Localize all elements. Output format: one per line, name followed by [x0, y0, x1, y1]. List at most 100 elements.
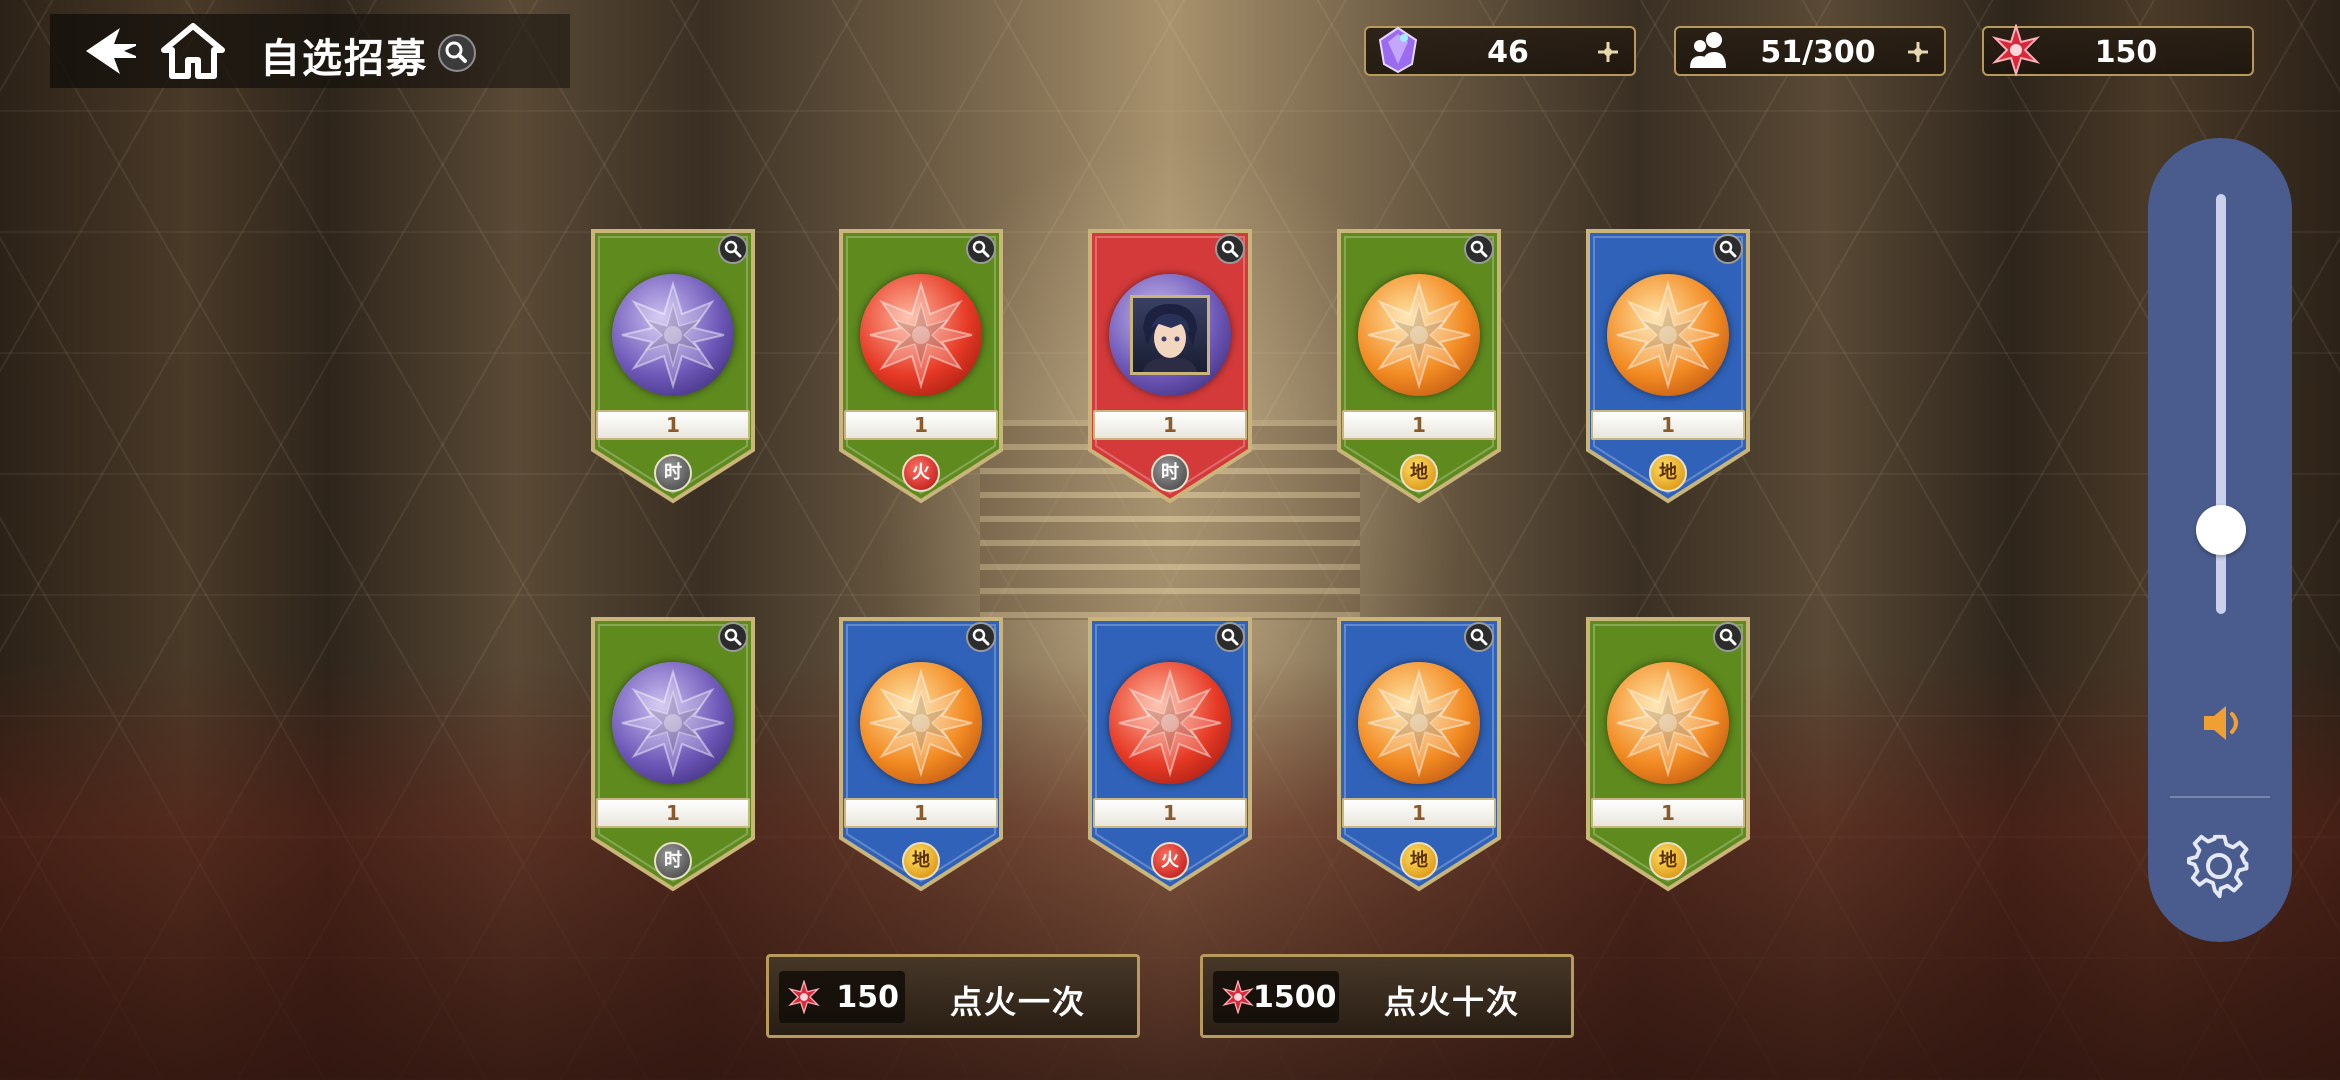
background-pattern	[0, 0, 2340, 1080]
magnifier-icon	[445, 41, 467, 63]
magnifier-icon	[724, 628, 742, 646]
card-zoom-button[interactable]	[1215, 234, 1245, 264]
star-crest-icon	[1367, 280, 1471, 390]
home-button[interactable]	[160, 22, 226, 80]
settings-gear-icon[interactable]	[2186, 832, 2254, 900]
star-crest-icon	[869, 280, 973, 390]
add-roster-icon[interactable]	[1906, 40, 1930, 64]
volume-slider-thumb[interactable]	[2196, 505, 2246, 555]
orange-sept-orb	[1607, 662, 1729, 784]
recruit-card[interactable]: 1火	[1087, 616, 1253, 892]
ignite-once-cost: 150	[836, 980, 899, 1015]
magnifier-icon	[972, 240, 990, 258]
recruit-card[interactable]: 1时	[590, 616, 756, 892]
cost-box: 1500	[1213, 971, 1339, 1023]
card-zoom-button[interactable]	[718, 234, 748, 264]
red-sept-orb	[1109, 662, 1231, 784]
count-bar: 1	[596, 798, 750, 828]
card-zoom-button[interactable]	[1464, 622, 1494, 652]
card-count: 1	[666, 413, 680, 437]
character-face-icon	[1143, 304, 1197, 372]
members-icon	[1690, 32, 1726, 68]
cost-box: 150	[779, 971, 905, 1023]
star-crest-icon	[1616, 668, 1720, 778]
card-zoom-button[interactable]	[966, 622, 996, 652]
purple-sept-orb	[612, 662, 734, 784]
top-bar: 自选招募	[50, 14, 570, 88]
card-count: 1	[1661, 801, 1675, 825]
ignite-once-button[interactable]: 150 点火一次	[766, 954, 1140, 1038]
element-badge: 地	[1400, 454, 1438, 492]
recruit-card[interactable]: 1地	[1336, 228, 1502, 504]
ignite-ten-cost: 1500	[1253, 980, 1337, 1015]
gem-count: 46	[1487, 35, 1529, 70]
page-title: 自选招募	[260, 36, 428, 82]
count-bar: 1	[1342, 798, 1496, 828]
orange-sept-orb	[1358, 274, 1480, 396]
star-crest-icon	[621, 280, 725, 390]
count-bar: 1	[596, 410, 750, 440]
count-bar: 1	[1342, 410, 1496, 440]
recruit-card[interactable]: 1地	[838, 616, 1004, 892]
magnifier-icon	[1719, 628, 1737, 646]
count-bar: 1	[844, 410, 998, 440]
element-badge: 地	[1400, 842, 1438, 880]
magnifier-icon	[1221, 628, 1239, 646]
character-portrait	[1130, 295, 1210, 375]
card-zoom-button[interactable]	[1464, 234, 1494, 264]
element-badge: 地	[1649, 842, 1687, 880]
back-button[interactable]	[80, 24, 140, 78]
gem-icon	[1378, 26, 1418, 74]
red-sept-orb	[860, 274, 982, 396]
purple-sept-orb	[612, 274, 734, 396]
orange-sept-orb	[1358, 662, 1480, 784]
roster-count: 51/300	[1760, 35, 1876, 70]
card-zoom-button[interactable]	[1215, 622, 1245, 652]
card-zoom-button[interactable]	[718, 622, 748, 652]
element-badge: 地	[1649, 454, 1687, 492]
card-count: 1	[1412, 801, 1426, 825]
card-count: 1	[1163, 801, 1177, 825]
recruit-card[interactable]: 1地	[1585, 228, 1751, 504]
element-badge: 地	[902, 842, 940, 880]
back-arrow-icon	[86, 28, 136, 74]
ignite-ten-label: 点火十次	[1383, 983, 1520, 1021]
ignite-once-label: 点火一次	[949, 983, 1086, 1021]
count-bar: 1	[1093, 410, 1247, 440]
magnifier-icon	[1719, 240, 1737, 258]
summon-crystal-icon	[788, 980, 820, 1014]
card-zoom-button[interactable]	[966, 234, 996, 264]
magnifier-icon	[1470, 628, 1488, 646]
resource-summon-crystal: 150	[1982, 24, 2254, 76]
recruit-card[interactable]: 1时	[590, 228, 756, 504]
count-bar: 1	[844, 798, 998, 828]
recruit-card[interactable]: 1地	[1336, 616, 1502, 892]
volume-icon[interactable]	[2198, 700, 2244, 746]
element-badge: 时	[1151, 454, 1189, 492]
star-crest-icon	[1367, 668, 1471, 778]
magnifier-icon	[724, 240, 742, 258]
recruit-card[interactable]: 1地	[1585, 616, 1751, 892]
card-zoom-button[interactable]	[1713, 234, 1743, 264]
element-badge: 时	[654, 454, 692, 492]
summon-crystal-icon	[1222, 980, 1254, 1014]
card-zoom-button[interactable]	[1713, 622, 1743, 652]
title-info-button[interactable]	[438, 34, 476, 72]
ignite-ten-button[interactable]: 1500 点火十次	[1200, 954, 1574, 1038]
element-badge: 火	[1151, 842, 1189, 880]
count-bar: 1	[1093, 798, 1247, 828]
recruit-card[interactable]: 1火	[838, 228, 1004, 504]
summon-crystal-icon	[1992, 24, 2040, 76]
element-badge: 时	[654, 842, 692, 880]
card-count: 1	[914, 801, 928, 825]
magnifier-icon	[1470, 240, 1488, 258]
count-bar: 1	[1591, 410, 1745, 440]
add-gem-icon[interactable]	[1596, 40, 1620, 64]
orange-sept-orb	[1607, 274, 1729, 396]
recruit-card[interactable]: 1时	[1087, 228, 1253, 504]
resource-gem: 46	[1364, 26, 1636, 76]
card-count: 1	[1163, 413, 1177, 437]
orange-sept-orb	[860, 662, 982, 784]
panel-divider	[2170, 796, 2270, 798]
magnifier-icon	[1221, 240, 1239, 258]
